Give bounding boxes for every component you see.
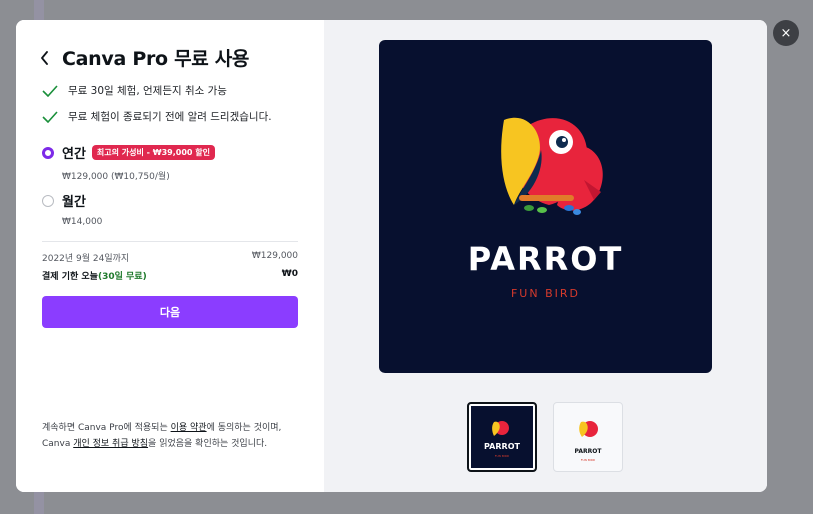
feature-item: 무료 30일 체험, 언제든지 취소 가능	[42, 83, 227, 98]
close-icon: ×	[780, 25, 792, 41]
back-button[interactable]	[40, 47, 54, 69]
radio-button-selected[interactable]	[42, 146, 54, 159]
design-preview-panel: PARROT FUN BIRD PARROT FUN BIRD PARROT F…	[324, 20, 767, 492]
free-trial-note: (30일 무료)	[97, 272, 147, 282]
legal-text: 을 읽었음을 확인하는 것입니다.	[148, 439, 268, 449]
chevron-left-icon	[41, 50, 48, 65]
parrot-logo-image	[501, 117, 603, 215]
logo-subtitle: FUN BIRD	[510, 287, 580, 300]
thumbnail-subtitle: FUN BIRD	[494, 454, 510, 458]
plan-price: ₩14,000	[62, 217, 103, 227]
checkmark-icon	[42, 84, 58, 97]
summary-value: ₩129,000	[251, 251, 298, 261]
terms-of-use-link[interactable]: 이용 약관	[171, 423, 207, 433]
summary-row-until: 2022년 9월 24일까지 ₩129,000	[42, 251, 298, 264]
feature-text: 무료 체험이 종료되기 전에 알려 드리겠습니다.	[68, 111, 272, 123]
feature-text: 무료 30일 체험, 언제든지 취소 가능	[68, 85, 227, 97]
thumbnail-light[interactable]: PARROT FUN BIRD	[553, 402, 623, 472]
summary-label: 2022년 9월 24일까지	[42, 254, 130, 264]
plan-selection-panel: Canva Pro 무료 사용 무료 30일 체험, 언제든지 취소 가능 무료…	[16, 20, 324, 492]
summary-label: 결제 기한 오늘(30일 무료)	[42, 269, 147, 282]
checkmark-icon	[42, 110, 58, 123]
thumbnail-dark-selected[interactable]: PARROT FUN BIRD	[467, 402, 537, 472]
parrot-thumbnail-icon	[492, 421, 509, 436]
due-label: 결제 기한 오늘	[42, 272, 98, 282]
plan-name: 월간	[62, 195, 86, 210]
thumbnail-subtitle: FUN BIRD	[580, 458, 596, 462]
canva-pro-trial-modal: Canva Pro 무료 사용 무료 30일 체험, 언제든지 취소 가능 무료…	[16, 20, 767, 492]
logo-title: PARROT	[467, 240, 624, 278]
divider	[42, 241, 298, 242]
design-preview: PARROT FUN BIRD	[379, 40, 712, 373]
plan-price: ₩129,000 (₩10,750/월)	[62, 172, 170, 182]
thumbnail-title: PARROT	[484, 442, 520, 451]
modal-header: Canva Pro 무료 사용	[40, 44, 249, 71]
privacy-policy-link[interactable]: 개인 정보 취급 방침	[73, 439, 148, 449]
legal-text: 계속하면 Canva Pro에 적용되는	[42, 423, 171, 433]
thumbnail-title: PARROT	[574, 448, 602, 455]
next-button[interactable]: 다음	[42, 296, 298, 328]
legal-notice: 계속하면 Canva Pro에 적용되는 이용 약관에 동의하는 것이며, Ca…	[42, 420, 298, 452]
plan-name: 연간	[62, 147, 86, 162]
summary-value: ₩0	[281, 269, 298, 279]
discount-badge: 최고의 가성비 - ₩39,000 할인	[91, 145, 215, 160]
summary-row-due: 결제 기한 오늘(30일 무료) ₩0	[42, 269, 298, 282]
plan-option-annual[interactable]: 연간 최고의 가성비 - ₩39,000 할인 ₩129,000 (₩10,75…	[42, 143, 215, 182]
modal-title: Canva Pro 무료 사용	[62, 48, 250, 70]
radio-button[interactable]	[42, 194, 54, 207]
feature-item: 무료 체험이 종료되기 전에 알려 드리겠습니다.	[42, 109, 272, 124]
close-button[interactable]: ×	[773, 20, 799, 46]
plan-option-monthly[interactable]: 월간 ₩14,000	[42, 191, 102, 227]
